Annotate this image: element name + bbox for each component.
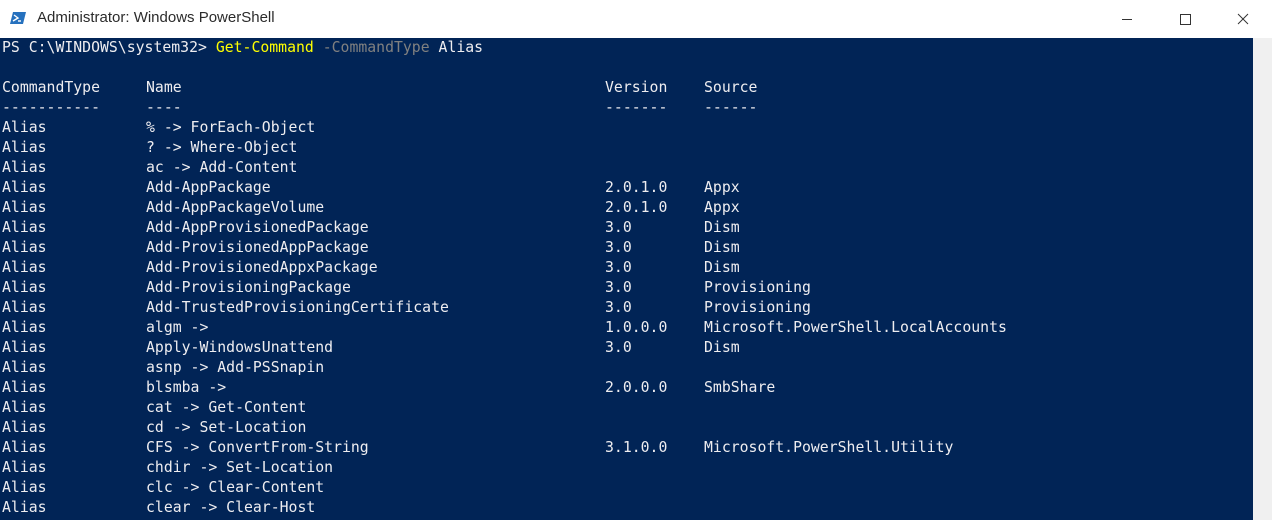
row-name: Add-AppPackageVolume xyxy=(146,199,325,216)
row-commandtype: Alias xyxy=(2,299,47,316)
row-commandtype: Alias xyxy=(2,139,47,156)
row-name: ac -> Add-Content xyxy=(146,159,298,176)
row-source: Microsoft.PowerShell.Utility xyxy=(704,439,954,456)
row-commandtype: Alias xyxy=(2,419,47,436)
row-commandtype: Alias xyxy=(2,499,47,516)
row-version: 3.0 xyxy=(605,299,632,316)
close-icon xyxy=(1237,13,1249,25)
row-source: SmbShare xyxy=(704,379,776,396)
row-commandtype: Alias xyxy=(2,239,47,256)
row-commandtype: Alias xyxy=(2,179,47,196)
command-text: Get-Command xyxy=(215,39,314,56)
row-commandtype: Alias xyxy=(2,359,47,376)
separator-source: ------ xyxy=(704,99,758,116)
row-name: % -> ForEach-Object xyxy=(146,119,316,136)
row-source: Appx xyxy=(704,179,740,196)
row-commandtype: Alias xyxy=(2,379,47,396)
row-commandtype: Alias xyxy=(2,119,47,136)
row-source: Provisioning xyxy=(704,279,811,296)
row-source: Dism xyxy=(704,259,740,276)
row-source: Provisioning xyxy=(704,299,811,316)
console-output[interactable]: PS C:\WINDOWS\system32> Get-Command -Com… xyxy=(0,38,1253,520)
row-name: Apply-WindowsUnattend xyxy=(146,339,334,356)
row-name: Add-TrustedProvisioningCertificate xyxy=(146,299,449,316)
row-name: chdir -> Set-Location xyxy=(146,459,334,476)
title-bar[interactable]: Administrator: Windows PowerShell xyxy=(0,0,1272,39)
row-version: 1.0.0.0 xyxy=(605,319,668,336)
maximize-icon xyxy=(1180,14,1191,25)
row-commandtype: Alias xyxy=(2,159,47,176)
row-name: cd -> Set-Location xyxy=(146,419,307,436)
row-commandtype: Alias xyxy=(2,279,47,296)
header-version: Version xyxy=(605,79,668,96)
header-name: Name xyxy=(146,79,182,96)
row-version: 2.0.1.0 xyxy=(605,179,668,196)
separator-name: ---- xyxy=(146,99,182,116)
row-name: cat -> Get-Content xyxy=(146,399,307,416)
row-commandtype: Alias xyxy=(2,199,47,216)
row-version: 3.0 xyxy=(605,239,632,256)
header-source: Source xyxy=(704,79,758,96)
powershell-window: Administrator: Windows PowerShell PS C:\… xyxy=(0,0,1272,520)
row-commandtype: Alias xyxy=(2,339,47,356)
row-name: clear -> Clear-Host xyxy=(146,499,316,516)
row-name: CFS -> ConvertFrom-String xyxy=(146,439,369,456)
close-button[interactable] xyxy=(1214,0,1272,38)
header-commandtype: CommandType xyxy=(2,79,100,96)
row-version: 2.0.1.0 xyxy=(605,199,668,216)
row-name: Add-ProvisioningPackage xyxy=(146,279,351,296)
row-source: Dism xyxy=(704,339,740,356)
row-source: Microsoft.PowerShell.LocalAccounts xyxy=(704,319,1007,336)
maximize-button[interactable] xyxy=(1156,0,1214,38)
powershell-icon xyxy=(10,10,26,26)
scrollbar-thumb[interactable] xyxy=(1256,38,1269,498)
row-version: 3.0 xyxy=(605,279,632,296)
row-name: Add-ProvisionedAppPackage xyxy=(146,239,369,256)
prompt-path: PS C:\WINDOWS\system32> xyxy=(2,39,216,56)
row-name: Add-AppProvisionedPackage xyxy=(146,219,369,236)
row-commandtype: Alias xyxy=(2,399,47,416)
row-version: 3.1.0.0 xyxy=(605,439,668,456)
argument-text: Alias xyxy=(429,39,484,56)
row-name: Add-ProvisionedAppxPackage xyxy=(146,259,378,276)
row-source: Appx xyxy=(704,199,740,216)
row-commandtype: Alias xyxy=(2,479,47,496)
row-commandtype: Alias xyxy=(2,319,47,336)
table-header: CommandType Name Version Source xyxy=(2,78,757,98)
row-name: ? -> Where-Object xyxy=(146,139,298,156)
row-name: clc -> Clear-Content xyxy=(146,479,325,496)
row-name: Add-AppPackage xyxy=(146,179,271,196)
row-source: Dism xyxy=(704,239,740,256)
prompt-line: PS C:\WINDOWS\system32> Get-Command -Com… xyxy=(2,38,483,58)
row-version: 3.0 xyxy=(605,219,632,236)
row-version: 3.0 xyxy=(605,259,632,276)
table-separator: ----------- ---- ------- ------ xyxy=(2,98,757,118)
row-commandtype: Alias xyxy=(2,219,47,236)
row-name: blsmba -> xyxy=(146,379,227,396)
separator-commandtype: ----------- xyxy=(2,99,100,116)
row-version: 3.0 xyxy=(605,339,632,356)
row-version: 2.0.0.0 xyxy=(605,379,668,396)
minimize-button[interactable] xyxy=(1098,0,1156,38)
row-name: algm -> xyxy=(146,319,209,336)
row-name: asnp -> Add-PSSnapin xyxy=(146,359,325,376)
window-title: Administrator: Windows PowerShell xyxy=(37,9,275,26)
row-commandtype: Alias xyxy=(2,259,47,276)
minimize-icon xyxy=(1122,19,1132,20)
vertical-scrollbar[interactable] xyxy=(1253,38,1272,520)
row-commandtype: Alias xyxy=(2,459,47,476)
parameter-text: -CommandType xyxy=(313,39,430,56)
row-source: Dism xyxy=(704,219,740,236)
row-commandtype: Alias xyxy=(2,439,47,456)
separator-version: ------- xyxy=(605,99,668,116)
